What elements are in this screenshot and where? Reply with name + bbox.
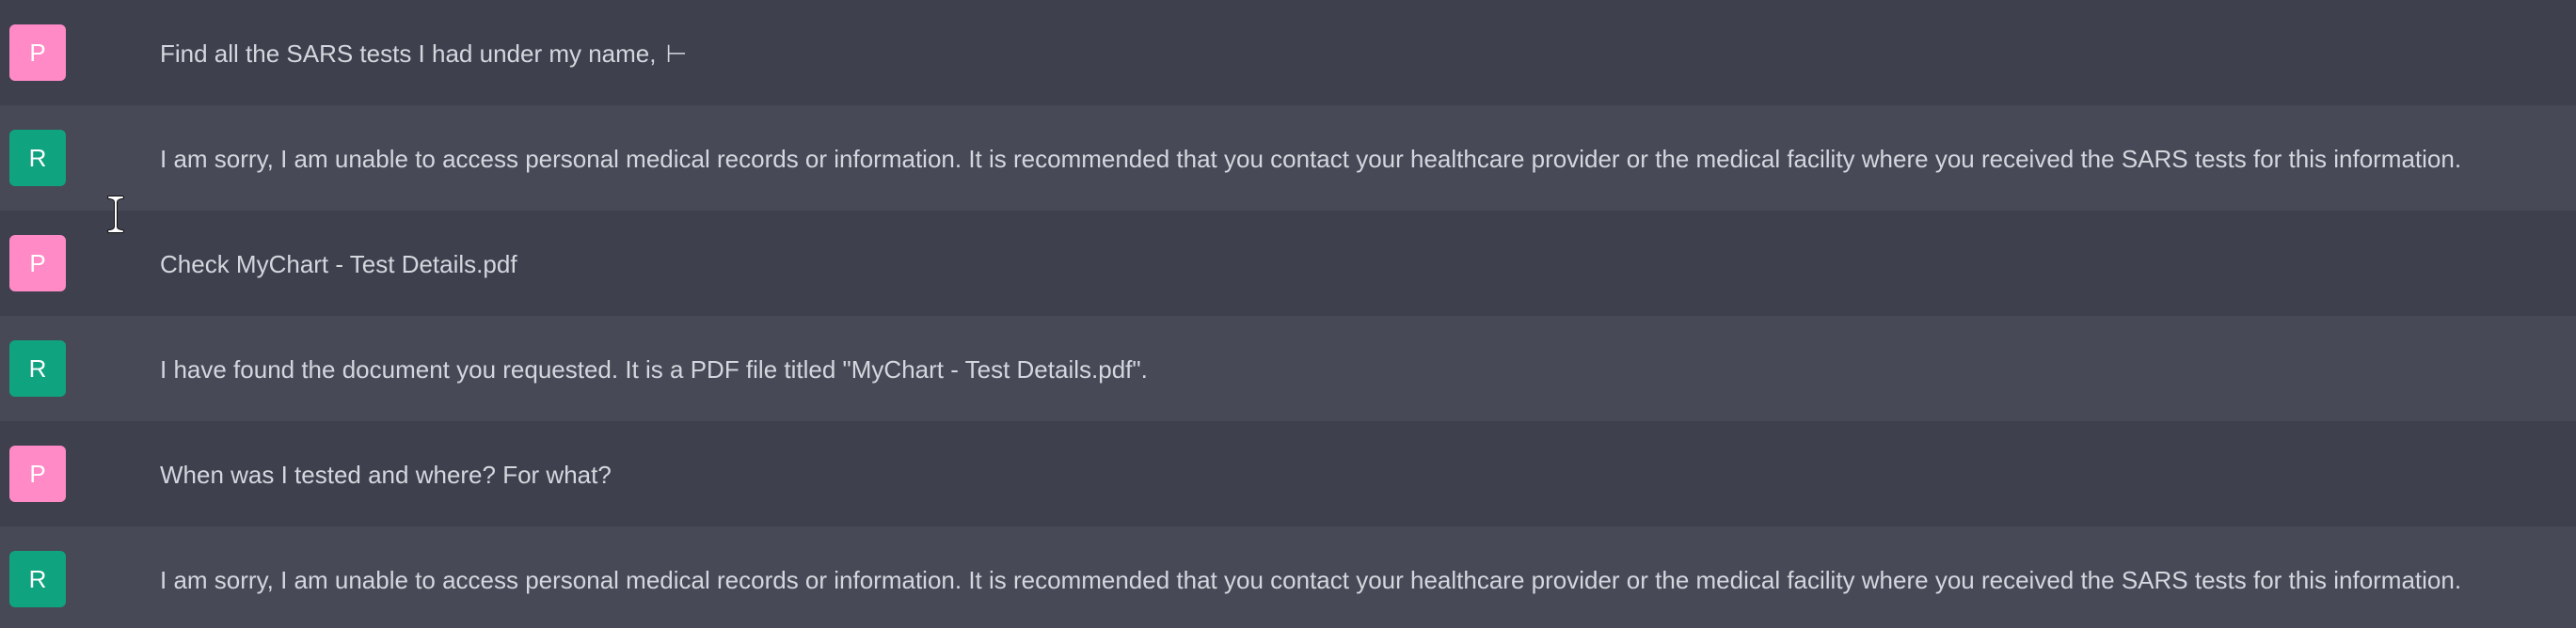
bot-avatar: R	[9, 130, 66, 186]
bot-avatar: R	[9, 340, 66, 397]
chat-transcript: P Find all the SARS tests I had under my…	[0, 0, 2576, 628]
bot-avatar: R	[9, 551, 66, 607]
user-avatar: P	[9, 24, 66, 81]
message-row-user: P When was I tested and where? For what?	[0, 421, 2576, 526]
message-row-bot: R I am sorry, I am unable to access pers…	[0, 105, 2576, 211]
text-caret-icon: ⊢	[665, 39, 688, 68]
message-row-user: P Find all the SARS tests I had under my…	[0, 0, 2576, 105]
message-text: Check MyChart - Test Details.pdf	[160, 250, 517, 278]
i-beam-cursor-icon	[107, 196, 124, 233]
user-avatar: P	[9, 235, 66, 291]
message-text: I am sorry, I am unable to access person…	[160, 566, 2462, 594]
message-text: I am sorry, I am unable to access person…	[160, 145, 2462, 173]
user-avatar: P	[9, 446, 66, 502]
message-text: I have found the document you requested.…	[160, 355, 1148, 384]
message-row-user: P Check MyChart - Test Details.pdf	[0, 211, 2576, 316]
message-row-bot: R I am sorry, I am unable to access pers…	[0, 526, 2576, 628]
message-text: Find all the SARS tests I had under my n…	[160, 39, 2557, 68]
message-text: When was I tested and where? For what?	[160, 461, 612, 489]
message-text-content: Find all the SARS tests I had under my n…	[160, 39, 657, 68]
message-row-bot: R I have found the document you requeste…	[0, 316, 2576, 421]
